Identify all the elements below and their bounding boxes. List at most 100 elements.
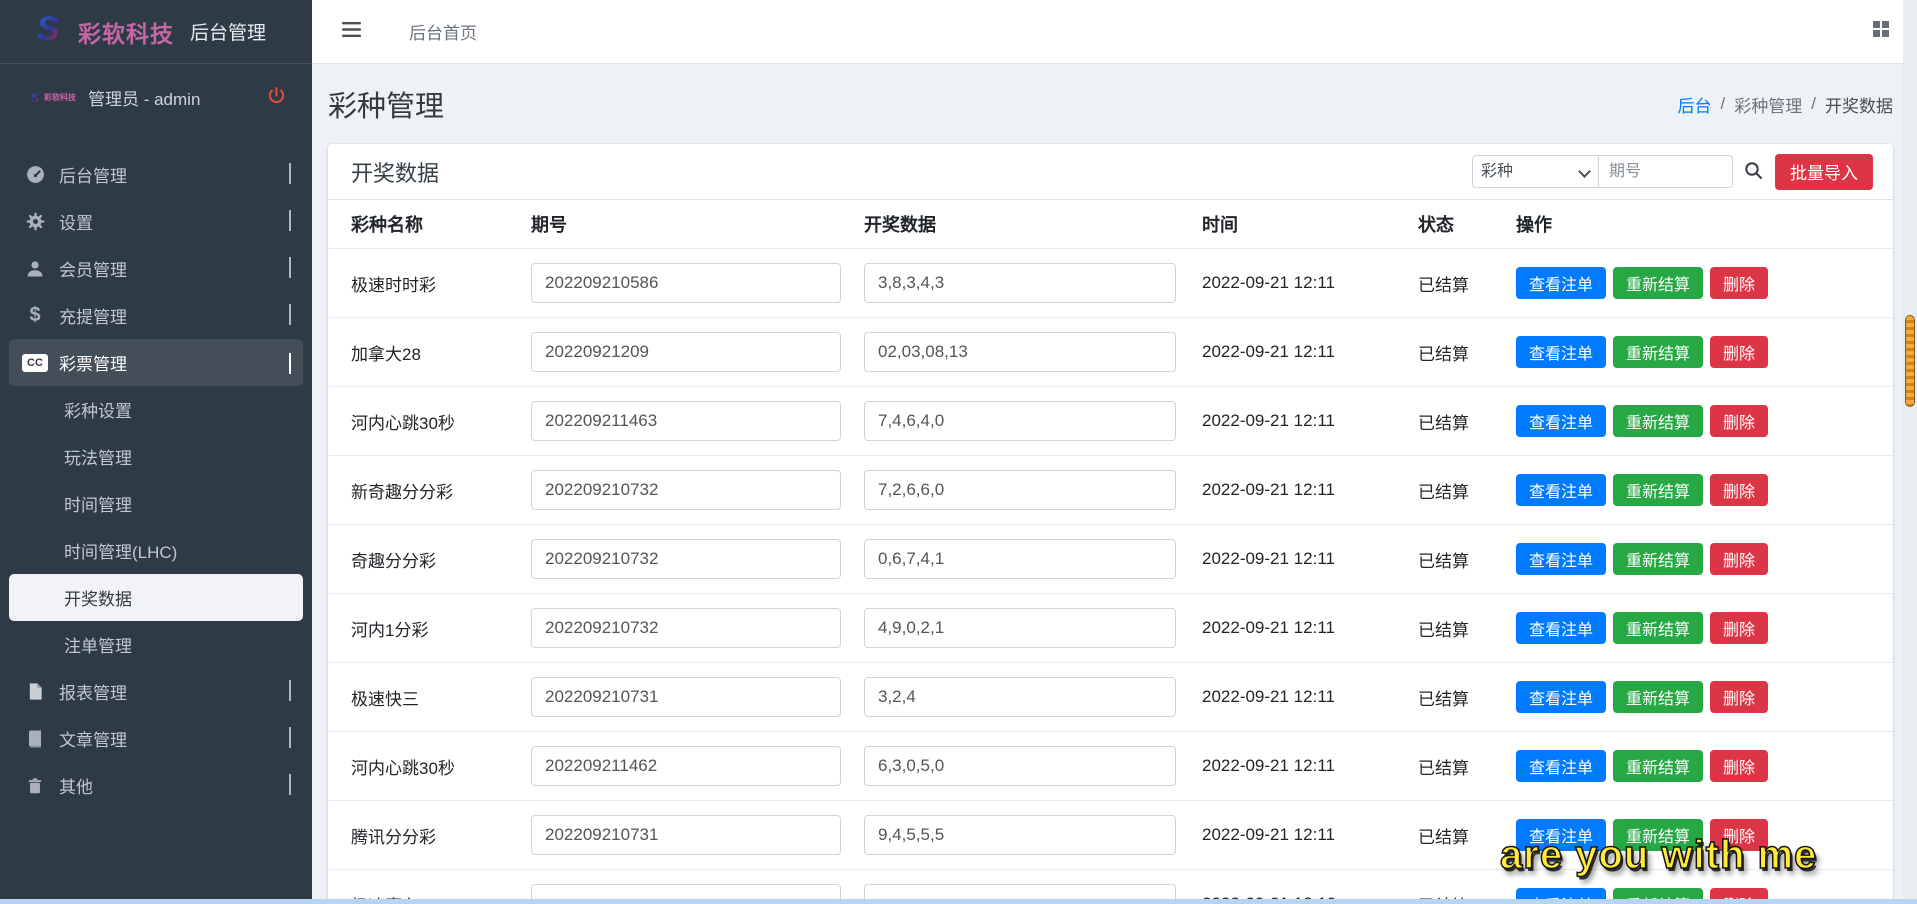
file-icon [22,682,48,701]
sidebar-subitem-play-management[interactable]: 玩法管理 [9,433,303,480]
sidebar: S 彩软科技 后台管理 S 彩软科技 管理员 - admin [0,0,312,904]
sidebar-item-deposits[interactable]: $ 充提管理 [9,292,303,339]
nav-tab-home[interactable]: 后台首页 [409,19,477,44]
sidebar-item-members[interactable]: 会员管理 [9,245,303,292]
delete-button[interactable]: 删除 [1710,612,1768,644]
draw-numbers-input[interactable] [864,815,1176,855]
issue-input[interactable] [531,401,841,441]
content-header: 彩种管理 后台 / 彩种管理 / 开奖数据 [312,64,1917,144]
view-orders-button[interactable]: 查看注单 [1516,336,1606,368]
delete-button[interactable]: 删除 [1710,405,1768,437]
draw-numbers-input[interactable] [864,263,1176,303]
issue-search-input[interactable] [1599,155,1733,188]
subitem-label: 开奖数据 [64,585,132,610]
lottery-select[interactable]: 彩种 [1472,155,1599,188]
issue-input[interactable] [531,677,841,717]
view-orders-button[interactable]: 查看注单 [1516,681,1606,713]
resettle-button[interactable]: 重新结算 [1613,267,1703,299]
grid-apps-icon[interactable] [1873,21,1889,42]
draw-numbers-input[interactable] [864,401,1176,441]
batch-import-button[interactable]: 批量导入 [1775,154,1873,190]
issue-input[interactable] [531,608,841,648]
delete-button[interactable]: 删除 [1710,750,1768,782]
resettle-button[interactable]: 重新结算 [1613,543,1703,575]
view-orders-button[interactable]: 查看注单 [1516,474,1606,506]
user-panel: S 彩软科技 管理员 - admin [0,64,312,131]
vertical-scrollbar-track [1903,0,1917,904]
draw-numbers-input[interactable] [864,677,1176,717]
delete-button[interactable]: 删除 [1710,474,1768,506]
subitem-label: 彩种设置 [64,397,132,422]
mini-brand-text: 彩软科技 [44,92,76,103]
lottery-select-wrap: 彩种 [1472,155,1599,188]
lottery-name: 奇趣分分彩 [351,547,531,572]
dollar-icon: $ [22,304,48,327]
sidebar-item-reports[interactable]: 报表管理 [9,668,303,715]
resettle-button[interactable]: 重新结算 [1613,750,1703,782]
view-orders-button[interactable]: 查看注单 [1516,543,1606,575]
sidebar-subitem-time-management[interactable]: 时间管理 [9,480,303,527]
sidebar-subitem-bet-management[interactable]: 注单管理 [9,621,303,668]
delete-button[interactable]: 删除 [1710,336,1768,368]
table-row: 河内心跳30秒 2022-09-21 12:11 已结算 查看注单 重新结算 删… [328,386,1893,455]
subitem-label: 玩法管理 [64,444,132,469]
view-orders-button[interactable]: 查看注单 [1516,750,1606,782]
search-icon [1744,161,1763,183]
delete-button[interactable]: 删除 [1710,681,1768,713]
sidebar-subitem-draw-data[interactable]: 开奖数据 [9,574,303,621]
sidebar-item-lottery[interactable]: CC 彩票管理 [9,339,303,386]
issue-input[interactable] [531,746,841,786]
view-orders-button[interactable]: 查看注单 [1516,405,1606,437]
chevron-down-icon [289,353,291,373]
logout-power-icon[interactable] [267,86,286,110]
resettle-button[interactable]: 重新结算 [1613,336,1703,368]
sidebar-subitem-time-management-lhc[interactable]: 时间管理(LHC) [9,527,303,574]
draw-time: 2022-09-21 12:11 [1202,618,1418,638]
sidebar-item-dashboard[interactable]: 后台管理 [9,151,303,198]
vertical-scrollbar-thumb[interactable] [1905,315,1915,407]
draw-numbers-input[interactable] [864,470,1176,510]
resettle-button[interactable]: 重新结算 [1613,681,1703,713]
draw-numbers-input[interactable] [864,746,1176,786]
issue-input[interactable] [531,815,841,855]
issue-input[interactable] [531,263,841,303]
page-title: 彩种管理 [328,83,444,125]
delete-button[interactable]: 删除 [1710,267,1768,299]
col-header-issue: 期号 [531,211,864,237]
issue-input[interactable] [531,539,841,579]
draw-numbers-input[interactable] [864,608,1176,648]
table-row: 奇趣分分彩 2022-09-21 12:11 已结算 查看注单 重新结算 删除 [328,524,1893,593]
view-orders-button[interactable]: 查看注单 [1516,612,1606,644]
sidebar-item-settings[interactable]: 设置 [9,198,303,245]
resettle-button[interactable]: 重新结算 [1613,405,1703,437]
resettle-button[interactable]: 重新结算 [1613,612,1703,644]
user-icon [22,259,48,279]
view-orders-button[interactable]: 查看注单 [1516,267,1606,299]
draw-time: 2022-09-21 12:11 [1202,342,1418,362]
issue-input[interactable] [531,332,841,372]
sidebar-item-label: 彩票管理 [59,350,127,375]
resettle-button[interactable]: 重新结算 [1613,474,1703,506]
table-row: 河内1分彩 2022-09-21 12:11 已结算 查看注单 重新结算 删除 [328,593,1893,662]
sidebar-item-other[interactable]: 其他 [9,762,303,809]
draw-numbers-input[interactable] [864,539,1176,579]
sidebar-subitem-lottery-settings[interactable]: 彩种设置 [9,386,303,433]
issue-input[interactable] [531,470,841,510]
draw-numbers-input[interactable] [864,332,1176,372]
breadcrumb-root-link[interactable]: 后台 [1678,92,1712,117]
draw-time: 2022-09-21 12:11 [1202,756,1418,776]
table-row: 新奇趣分分彩 2022-09-21 12:11 已结算 查看注单 重新结算 删除 [328,455,1893,524]
top-navbar: 后台首页 [312,0,1917,64]
sidebar-item-articles[interactable]: 文章管理 [9,715,303,762]
delete-button[interactable]: 删除 [1710,543,1768,575]
status-text: 已结算 [1418,409,1516,434]
hamburger-menu-icon[interactable] [342,21,361,43]
lottery-name: 新奇趣分分彩 [351,478,531,503]
search-button[interactable] [1733,155,1773,188]
breadcrumb-current: 开奖数据 [1825,92,1893,117]
lottery-name: 极速快三 [351,685,531,710]
table-row: 河内心跳30秒 2022-09-21 12:11 已结算 查看注单 重新结算 删… [328,731,1893,800]
brand[interactable]: S 彩软科技 后台管理 [0,0,312,64]
sidebar-item-label: 文章管理 [59,726,127,751]
lottery-name: 极速时时彩 [351,271,531,296]
